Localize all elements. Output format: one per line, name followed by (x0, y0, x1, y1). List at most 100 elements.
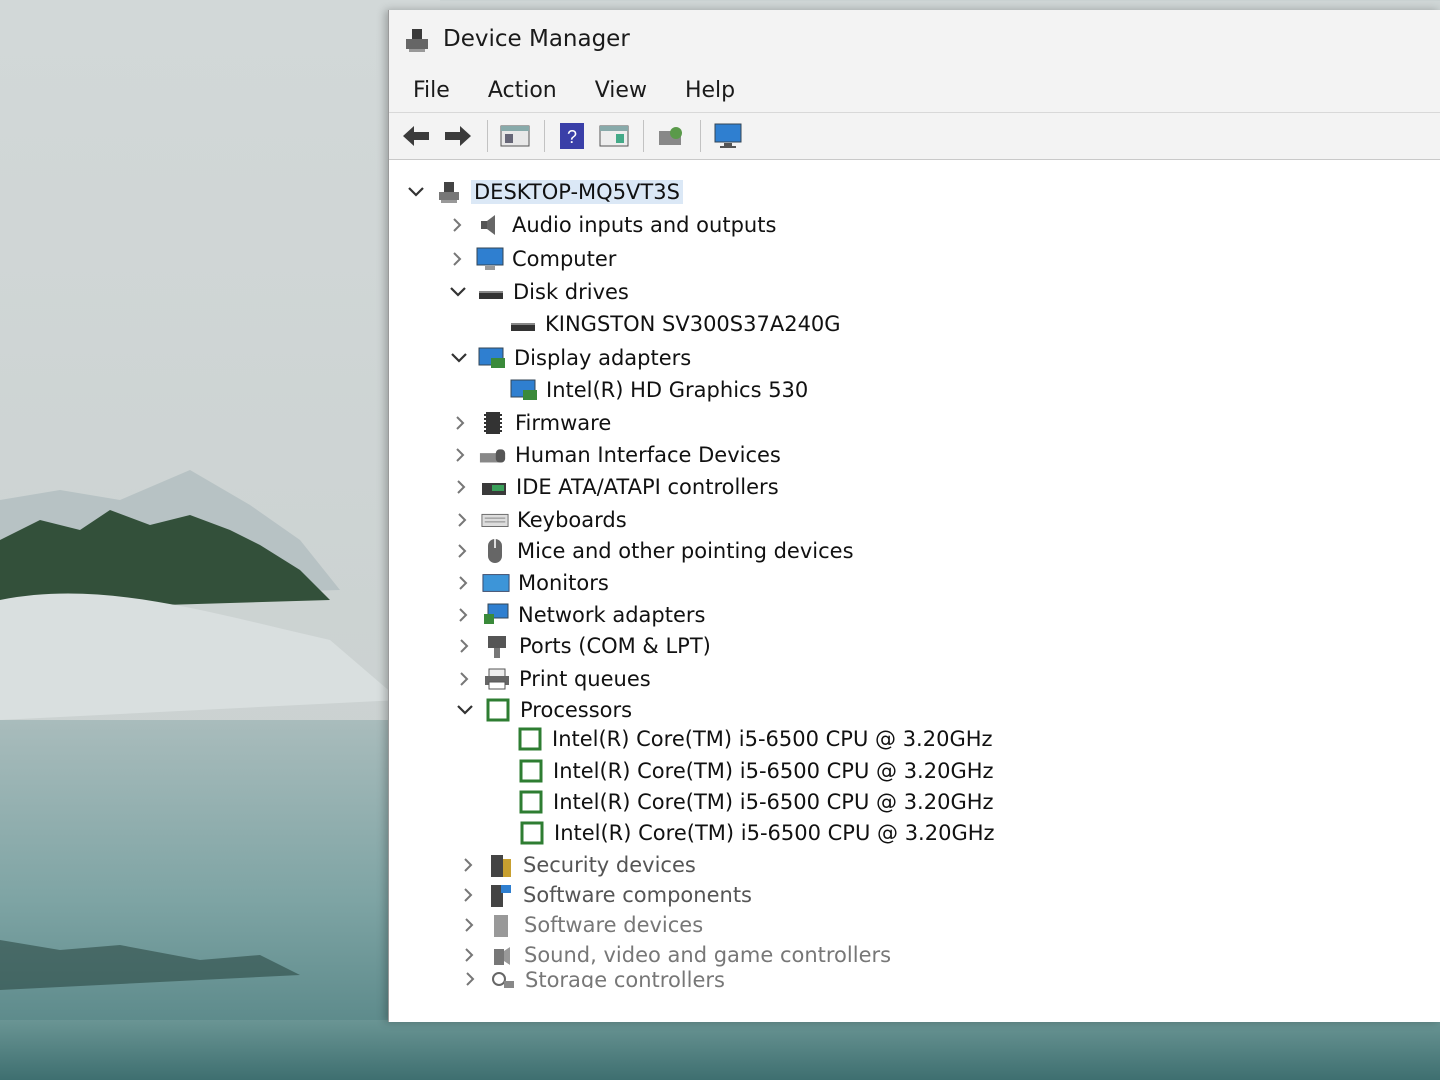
computer-icon (476, 246, 504, 272)
device-manager-window: Device Manager File Action View Help ? D… (388, 10, 1440, 1022)
category-processors[interactable]: Processors (454, 695, 632, 725)
forward-arrow-icon[interactable] (441, 119, 475, 153)
processor-icon (516, 726, 544, 752)
tree-node-label: Keyboards (517, 508, 627, 532)
processor-icon (518, 820, 546, 846)
window-title: Device Manager (443, 26, 630, 52)
chevron-right-icon[interactable] (449, 444, 471, 466)
tree-node-label: Intel(R) Core(TM) i5-6500 CPU @ 3.20GHz (552, 727, 993, 751)
desktop-bottom-area (0, 1020, 1440, 1080)
chevron-right-icon[interactable] (453, 668, 475, 690)
disk-drive-icon (477, 279, 505, 305)
tree-node-label: Monitors (518, 571, 609, 595)
category-ide-ata-atapi-controllers[interactable]: IDE ATA/ATAPI controllers (450, 472, 779, 502)
chevron-right-icon[interactable] (459, 968, 481, 988)
device-intel-r-core-tm-i5-6500-cpu-3-20ghz[interactable]: Intel(R) Core(TM) i5-6500 CPU @ 3.20GHz (516, 724, 993, 754)
tree-node-label: Software devices (524, 913, 704, 937)
desktop-wallpaper (0, 0, 440, 1080)
software-component-icon (487, 882, 515, 908)
category-storage-controllers[interactable]: Storage controllers (459, 968, 725, 988)
back-arrow-icon[interactable] (399, 119, 433, 153)
device-intel-r-core-tm-i5-6500-cpu-3-20ghz[interactable]: Intel(R) Core(TM) i5-6500 CPU @ 3.20GHz (518, 818, 995, 848)
menu-help[interactable]: Help (681, 76, 739, 105)
tree-node-label: Ports (COM & LPT) (519, 634, 711, 658)
speaker-icon (476, 212, 504, 238)
menu-file[interactable]: File (409, 76, 454, 105)
tree-node-label: Processors (520, 698, 633, 722)
device-kingston-sv300s37a240g[interactable]: KINGSTON SV300S37A240G (509, 309, 841, 339)
tree-node-label: Software components (523, 883, 752, 907)
monitor-icon[interactable] (711, 119, 745, 153)
chevron-right-icon[interactable] (446, 214, 468, 236)
category-disk-drives[interactable]: Disk drives (447, 277, 629, 307)
toolbar-separator (487, 120, 488, 152)
category-display-adapters[interactable]: Display adapters (448, 343, 691, 373)
processor-icon (484, 697, 512, 723)
tree-root-computer[interactable]: DESKTOP-MQ5VT3S (405, 177, 683, 207)
device-intel-r-core-tm-i5-6500-cpu-3-20ghz[interactable]: Intel(R) Core(TM) i5-6500 CPU @ 3.20GHz (517, 756, 994, 786)
category-network-adapters[interactable]: Network adapters (452, 600, 705, 630)
update-driver-icon[interactable] (597, 119, 631, 153)
tree-node-label: Network adapters (518, 603, 706, 627)
chevron-down-icon[interactable] (447, 281, 469, 303)
chevron-right-icon[interactable] (449, 412, 471, 434)
printer-icon (483, 666, 511, 692)
tree-node-label: Computer (512, 247, 617, 271)
display-adapter-icon (510, 377, 538, 403)
chevron-right-icon[interactable] (452, 604, 474, 626)
menu-view[interactable]: View (591, 76, 651, 105)
category-software-devices[interactable]: Software devices (458, 910, 703, 940)
category-security-devices[interactable]: Security devices (457, 850, 696, 880)
chevron-right-icon[interactable] (446, 248, 468, 270)
category-human-interface-devices[interactable]: Human Interface Devices (449, 440, 781, 470)
sound-controller-icon (488, 942, 516, 968)
chevron-right-icon[interactable] (457, 854, 479, 876)
menu-bar: File Action View Help (389, 68, 1440, 112)
device-tree: DESKTOP-MQ5VT3S Audio inputs and outputs C… (389, 160, 1440, 1022)
chevron-right-icon[interactable] (458, 944, 480, 966)
scan-hardware-icon[interactable] (654, 119, 688, 153)
device-intel-r-hd-graphics-530[interactable]: Intel(R) HD Graphics 530 (510, 375, 808, 405)
title-bar[interactable]: Device Manager (389, 10, 1440, 68)
chevron-right-icon[interactable] (452, 572, 474, 594)
category-ports-com-lpt[interactable]: Ports (COM & LPT) (453, 631, 711, 661)
processor-icon (517, 758, 545, 784)
category-audio-inputs-and-outputs[interactable]: Audio inputs and outputs (446, 210, 776, 240)
chevron-down-icon[interactable] (405, 181, 427, 203)
device-intel-r-core-tm-i5-6500-cpu-3-20ghz[interactable]: Intel(R) Core(TM) i5-6500 CPU @ 3.20GHz (517, 787, 994, 817)
chevron-right-icon[interactable] (450, 476, 472, 498)
tree-node-label: Intel(R) HD Graphics 530 (546, 378, 809, 402)
category-keyboards[interactable]: Keyboards (451, 505, 627, 535)
category-firmware[interactable]: Firmware (449, 408, 611, 438)
toolbar-separator (643, 120, 644, 152)
category-print-queues[interactable]: Print queues (453, 664, 651, 694)
category-monitors[interactable]: Monitors (452, 568, 609, 598)
chevron-right-icon[interactable] (458, 914, 480, 936)
category-sound-video-and-game-controllers[interactable]: Sound, video and game controllers (458, 940, 891, 970)
ide-controller-icon (480, 474, 508, 500)
chevron-right-icon[interactable] (457, 884, 479, 906)
toolbar-separator (544, 120, 545, 152)
monitor-icon (482, 570, 510, 596)
properties-icon[interactable] (498, 119, 532, 153)
menu-action[interactable]: Action (484, 76, 561, 105)
chevron-right-icon[interactable] (451, 509, 473, 531)
tree-node-label: Intel(R) Core(TM) i5-6500 CPU @ 3.20GHz (553, 759, 994, 783)
tree-node-label: Storage controllers (525, 968, 725, 988)
category-software-components[interactable]: Software components (457, 880, 752, 910)
tree-node-label: Intel(R) Core(TM) i5-6500 CPU @ 3.20GHz (553, 790, 994, 814)
chevron-down-icon[interactable] (448, 347, 470, 369)
chevron-right-icon[interactable] (453, 635, 475, 657)
category-mice-and-other-pointing-devices[interactable]: Mice and other pointing devices (451, 536, 854, 566)
disk-drive-icon (509, 311, 537, 337)
hid-icon (479, 442, 507, 468)
tree-node-label: Mice and other pointing devices (517, 539, 854, 563)
chevron-down-icon[interactable] (454, 699, 476, 721)
tree-node-label: Print queues (519, 667, 651, 691)
chevron-right-icon[interactable] (451, 540, 473, 562)
help-icon[interactable]: ? (555, 119, 589, 153)
tree-node-label: Security devices (523, 853, 696, 877)
category-computer[interactable]: Computer (446, 244, 616, 274)
network-adapter-icon (482, 602, 510, 628)
tree-node-label: Audio inputs and outputs (512, 213, 777, 237)
